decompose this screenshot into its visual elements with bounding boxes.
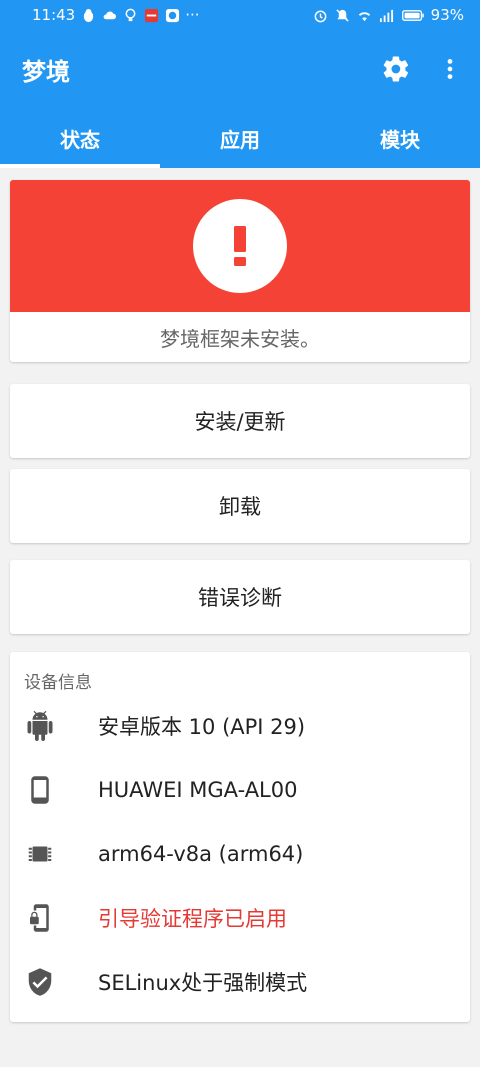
android-version-text: 安卓版本 10 (API 29) — [98, 715, 306, 739]
overflow-menu-button[interactable] — [432, 51, 468, 87]
info-row-device-model: HUAWEI MGA-AL00 — [10, 758, 470, 822]
chip-icon — [10, 839, 70, 869]
info-row-cpu-abi: arm64-v8a (arm64) — [10, 822, 470, 886]
more-notifications: ··· — [185, 6, 200, 24]
app-badge-icon — [143, 7, 159, 23]
diagnose-button[interactable]: 错误诊断 — [10, 560, 470, 634]
cpu-abi-text: arm64-v8a (arm64) — [98, 842, 304, 866]
battery-percent: 93% — [430, 6, 464, 24]
battery-icon — [401, 7, 425, 23]
framework-status-card: 梦境框架未安装。 — [10, 180, 470, 362]
status-page: 梦境框架未安装。 安装/更新 卸载 错误诊断 设备信息 安卓版本 10 (API… — [0, 168, 480, 1022]
gear-icon — [383, 56, 409, 82]
status-bar: 11:43 ··· 93% — [0, 0, 480, 30]
info-row-verified-boot: 引导验证程序已启用 — [10, 886, 470, 950]
tab-apps[interactable]: 应用 — [160, 108, 320, 168]
verified-boot-text: 引导验证程序已启用 — [98, 907, 287, 931]
bulb-icon — [122, 7, 138, 23]
device-model-text: HUAWEI MGA-AL00 — [98, 778, 298, 802]
selinux-text: SELinux处于强制模式 — [98, 971, 308, 995]
device-info-title: 设备信息 — [24, 672, 92, 693]
wifi-icon — [357, 7, 373, 23]
browser-icon — [164, 7, 180, 23]
tab-modules[interactable]: 模块 — [320, 108, 480, 168]
uninstall-button[interactable]: 卸载 — [10, 469, 470, 543]
install-update-button[interactable]: 安装/更新 — [10, 384, 470, 458]
signal-icon — [379, 7, 395, 23]
tab-bar: 状态 应用 模块 — [0, 108, 480, 168]
mute-icon — [335, 7, 351, 23]
more-vert-icon — [447, 59, 453, 79]
cloud-icon — [101, 7, 117, 23]
status-message: 梦境框架未安装。 — [160, 326, 320, 351]
shield-check-icon — [10, 967, 70, 997]
android-icon — [10, 711, 70, 741]
penguin-icon — [80, 7, 96, 23]
info-row-android-version: 安卓版本 10 (API 29) — [10, 694, 470, 758]
settings-button[interactable] — [378, 51, 414, 87]
phone-lock-icon — [10, 903, 70, 933]
top-bar: 11:43 ··· 93% 梦境 状态 应用 模块 — [0, 0, 480, 168]
status-time: 11:43 — [32, 6, 76, 24]
info-row-selinux: SELinux处于强制模式 — [10, 950, 470, 1014]
alarm-icon — [313, 7, 329, 23]
phone-icon — [10, 775, 70, 805]
tab-status[interactable]: 状态 — [0, 108, 160, 168]
device-info-card: 设备信息 安卓版本 10 (API 29) HUAWEI MGA-AL00 ar… — [10, 652, 470, 1022]
warning-icon — [193, 199, 287, 293]
app-title: 梦境 — [22, 57, 70, 86]
status-banner — [10, 180, 470, 312]
app-bar: 梦境 — [0, 30, 480, 108]
